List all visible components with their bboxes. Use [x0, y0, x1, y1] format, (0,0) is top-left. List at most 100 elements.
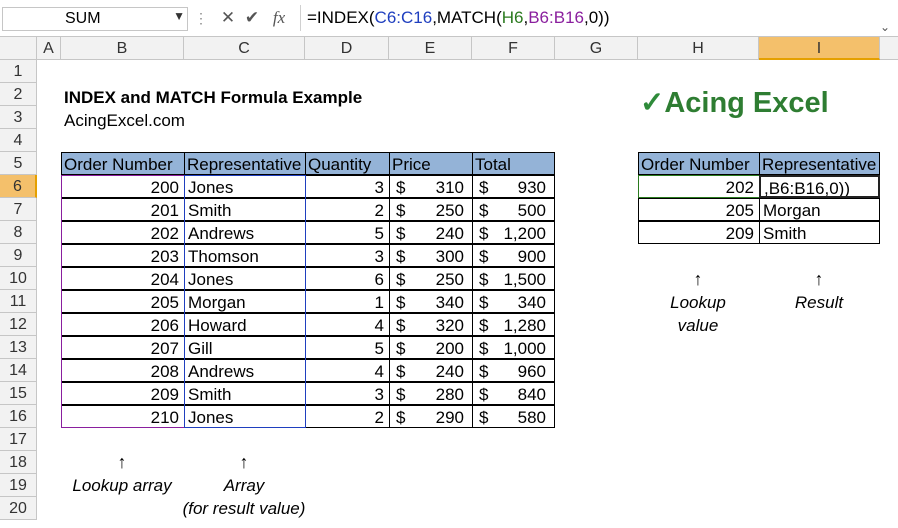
- lookup-order-cell[interactable]: 202: [638, 175, 760, 198]
- order-number-cell[interactable]: 209: [61, 382, 185, 405]
- column-header-a[interactable]: A: [37, 37, 61, 60]
- lookup-header-order-number[interactable]: Order Number: [638, 152, 760, 175]
- column-header-e[interactable]: E: [389, 37, 472, 60]
- row-header-16[interactable]: 16: [0, 405, 37, 428]
- price-cell[interactable]: $250: [389, 198, 473, 221]
- row-header-9[interactable]: 9: [0, 244, 37, 267]
- quantity-cell[interactable]: 5: [305, 336, 390, 359]
- sheet-site[interactable]: AcingExcel.com: [64, 109, 364, 132]
- quantity-cell[interactable]: 4: [305, 313, 390, 336]
- representative-cell[interactable]: Thomson: [184, 244, 306, 267]
- row-header-1[interactable]: 1: [0, 60, 37, 83]
- price-cell[interactable]: $290: [389, 405, 473, 428]
- row-header-2[interactable]: 2: [0, 83, 37, 106]
- quantity-cell[interactable]: 2: [305, 405, 390, 428]
- quantity-cell[interactable]: 4: [305, 359, 390, 382]
- quantity-cell[interactable]: 1: [305, 290, 390, 313]
- row-header-14[interactable]: 14: [0, 359, 37, 382]
- row-header-4[interactable]: 4: [0, 129, 37, 152]
- order-number-cell[interactable]: 206: [61, 313, 185, 336]
- quantity-cell[interactable]: 5: [305, 221, 390, 244]
- name-box[interactable]: SUM ▼: [2, 7, 188, 31]
- order-number-cell[interactable]: 204: [61, 267, 185, 290]
- total-cell[interactable]: $900: [472, 244, 555, 267]
- column-header-d[interactable]: D: [305, 37, 389, 60]
- table-header-representative[interactable]: Representative: [184, 152, 306, 175]
- enter-icon[interactable]: ✔: [242, 5, 262, 31]
- row-header-10[interactable]: 10: [0, 267, 37, 290]
- row-header-15[interactable]: 15: [0, 382, 37, 405]
- row-header-20[interactable]: 20: [0, 497, 37, 520]
- quantity-cell[interactable]: 3: [305, 244, 390, 267]
- table-header-total[interactable]: Total: [472, 152, 555, 175]
- order-number-cell[interactable]: 207: [61, 336, 185, 359]
- representative-cell[interactable]: Smith: [184, 198, 306, 221]
- cancel-icon[interactable]: ✕: [218, 5, 238, 31]
- total-cell[interactable]: $1,500: [472, 267, 555, 290]
- price-cell[interactable]: $310: [389, 175, 473, 198]
- price-cell[interactable]: $280: [389, 382, 473, 405]
- representative-cell[interactable]: Smith: [184, 382, 306, 405]
- row-header-17[interactable]: 17: [0, 428, 37, 451]
- select-all-corner[interactable]: [0, 37, 37, 60]
- row-header-18[interactable]: 18: [0, 451, 37, 474]
- total-cell[interactable]: $840: [472, 382, 555, 405]
- table-header-quantity[interactable]: Quantity: [305, 152, 390, 175]
- representative-cell[interactable]: Jones: [184, 267, 306, 290]
- column-header-h[interactable]: H: [638, 37, 759, 60]
- price-cell[interactable]: $250: [389, 267, 473, 290]
- lookup-rep-cell[interactable]: Smith: [759, 221, 880, 244]
- representative-cell[interactable]: Jones: [184, 405, 306, 428]
- order-number-cell[interactable]: 203: [61, 244, 185, 267]
- quantity-cell[interactable]: 3: [305, 382, 390, 405]
- price-cell[interactable]: $300: [389, 244, 473, 267]
- row-header-12[interactable]: 12: [0, 313, 37, 336]
- total-cell[interactable]: $930: [472, 175, 555, 198]
- price-cell[interactable]: $240: [389, 359, 473, 382]
- total-cell[interactable]: $960: [472, 359, 555, 382]
- total-cell[interactable]: $500: [472, 198, 555, 221]
- order-number-cell[interactable]: 200: [61, 175, 185, 198]
- representative-cell[interactable]: Gill: [184, 336, 306, 359]
- row-header-7[interactable]: 7: [0, 198, 37, 221]
- order-number-cell[interactable]: 210: [61, 405, 185, 428]
- order-number-cell[interactable]: 201: [61, 198, 185, 221]
- representative-cell[interactable]: Morgan: [184, 290, 306, 313]
- column-header-g[interactable]: G: [555, 37, 638, 60]
- row-header-5[interactable]: 5: [0, 152, 37, 175]
- row-header-8[interactable]: 8: [0, 221, 37, 244]
- total-cell[interactable]: $340: [472, 290, 555, 313]
- chevron-down-icon[interactable]: ▼: [173, 9, 185, 23]
- total-cell[interactable]: $1,000: [472, 336, 555, 359]
- row-header-3[interactable]: 3: [0, 106, 37, 129]
- order-number-cell[interactable]: 202: [61, 221, 185, 244]
- price-cell[interactable]: $200: [389, 336, 473, 359]
- row-header-6[interactable]: 6: [0, 175, 37, 198]
- representative-cell[interactable]: Howard: [184, 313, 306, 336]
- resize-handle-icon[interactable]: ⋮: [194, 5, 208, 31]
- quantity-cell[interactable]: 6: [305, 267, 390, 290]
- row-header-13[interactable]: 13: [0, 336, 37, 359]
- quantity-cell[interactable]: 2: [305, 198, 390, 221]
- lookup-order-cell[interactable]: 205: [638, 198, 760, 221]
- representative-cell[interactable]: Jones: [184, 175, 306, 198]
- column-header-i[interactable]: I: [759, 37, 880, 60]
- table-header-order-number[interactable]: Order Number: [61, 152, 185, 175]
- active-cell-i6[interactable]: ,B6:B16,0)): [759, 175, 880, 198]
- representative-cell[interactable]: Andrews: [184, 359, 306, 382]
- lookup-header-representative[interactable]: Representative: [759, 152, 880, 175]
- lookup-order-cell[interactable]: 209: [638, 221, 760, 244]
- table-header-price[interactable]: Price: [389, 152, 473, 175]
- column-header-b[interactable]: B: [61, 37, 184, 60]
- insert-function-button[interactable]: fx: [268, 5, 290, 31]
- price-cell[interactable]: $340: [389, 290, 473, 313]
- column-header-c[interactable]: C: [184, 37, 305, 60]
- sheet-title[interactable]: INDEX and MATCH Formula Example: [64, 86, 464, 109]
- row-header-19[interactable]: 19: [0, 474, 37, 497]
- quantity-cell[interactable]: 3: [305, 175, 390, 198]
- total-cell[interactable]: $1,280: [472, 313, 555, 336]
- order-number-cell[interactable]: 205: [61, 290, 185, 313]
- total-cell[interactable]: $580: [472, 405, 555, 428]
- total-cell[interactable]: $1,200: [472, 221, 555, 244]
- row-header-11[interactable]: 11: [0, 290, 37, 313]
